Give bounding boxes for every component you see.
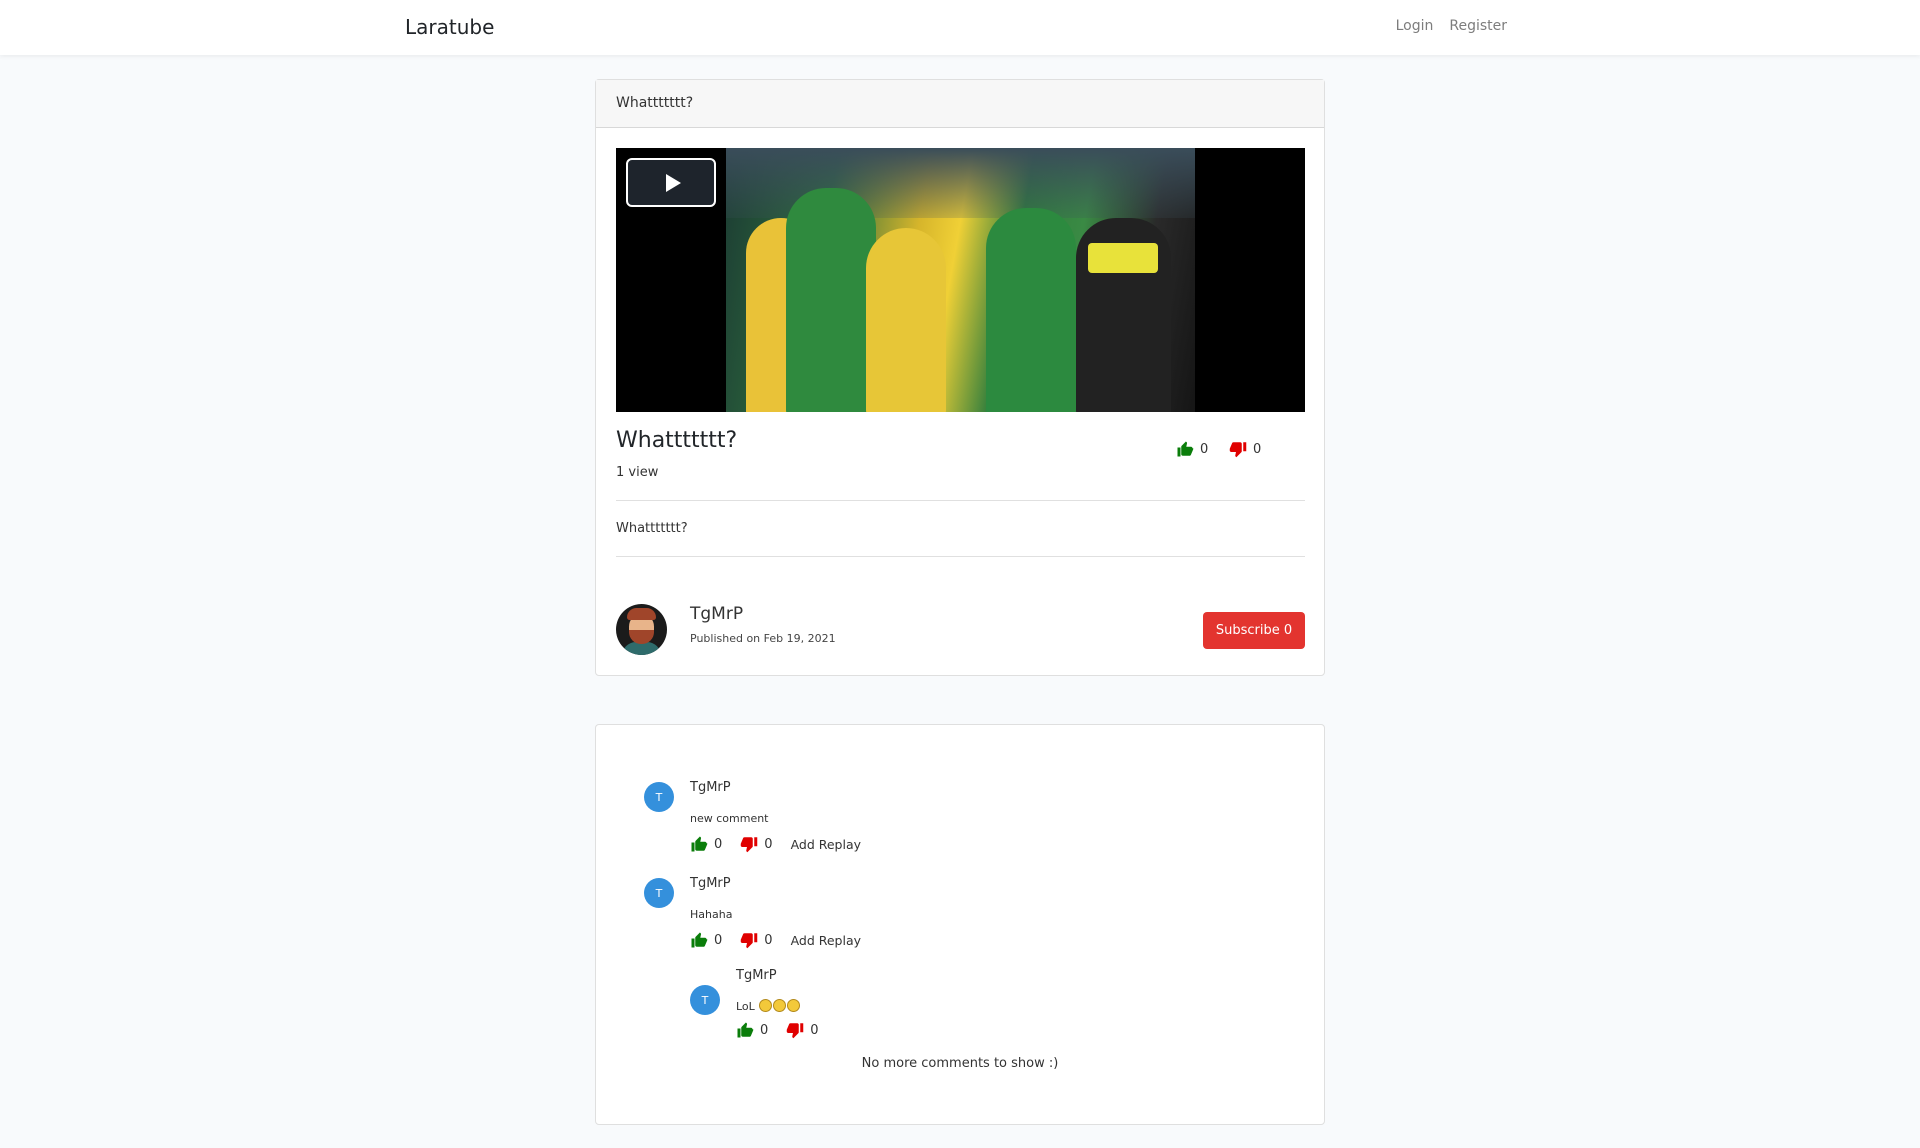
comment-dislike-count: 0 xyxy=(764,836,773,852)
comment-actions: 0 0 Add Replay xyxy=(690,835,861,853)
video-player[interactable] xyxy=(616,148,1305,412)
video-dislike-count: 0 xyxy=(1253,441,1262,457)
no-more-comments-text: No more comments to show :) xyxy=(861,1056,1059,1071)
login-link[interactable]: Login xyxy=(1396,18,1434,34)
reply-actions: 0 0 xyxy=(736,1021,837,1039)
comment-like-button[interactable]: 0 xyxy=(690,931,722,949)
thumbs-up-icon xyxy=(691,932,708,948)
thumbs-up-icon xyxy=(737,1022,754,1038)
card-header-title: Whattttttt? xyxy=(596,80,1324,128)
grimace-emoji-icon xyxy=(759,999,773,1012)
reply-author: TgMrP xyxy=(736,968,777,983)
channel-avatar[interactable] xyxy=(616,604,667,655)
thumbs-down-icon xyxy=(741,837,758,853)
top-navbar: Laratube Login Register xyxy=(0,0,1920,55)
reply-dislike-button[interactable]: 0 xyxy=(786,1021,819,1039)
reply-body: LoL xyxy=(736,999,801,1013)
thumbs-down-icon xyxy=(741,933,758,949)
comment-like-count: 0 xyxy=(714,932,723,948)
play-button[interactable] xyxy=(626,158,716,207)
brand-logo[interactable]: Laratube xyxy=(405,15,494,39)
comment-body: new comment xyxy=(690,812,769,825)
nav-links: Login Register xyxy=(1396,18,1507,34)
add-reply-button[interactable]: Add Replay xyxy=(791,933,861,948)
thumbs-down-icon xyxy=(787,1023,804,1039)
comment-actions: 0 0 Add Replay xyxy=(690,931,861,949)
video-like-button[interactable]: 0 xyxy=(1176,440,1208,458)
subscribe-button[interactable]: Subscribe 0 xyxy=(1203,612,1305,649)
divider xyxy=(616,500,1305,501)
video-description: Whattttttt? xyxy=(616,521,688,536)
grimace-emoji-icon xyxy=(787,999,801,1012)
reply-like-count: 0 xyxy=(760,1022,769,1038)
grimace-emoji-icon xyxy=(773,999,787,1012)
reply-like-button[interactable]: 0 xyxy=(736,1021,768,1039)
thumbs-up-icon xyxy=(1177,441,1194,457)
comment-like-button[interactable]: 0 xyxy=(690,835,722,853)
divider xyxy=(616,556,1305,557)
thumbs-up-icon xyxy=(691,836,708,852)
video-card: Whattttttt? Whattttttt? 1 view 0 0 Whatt… xyxy=(595,79,1325,676)
reply-avatar: T xyxy=(690,985,720,1015)
thumbs-down-icon xyxy=(1229,442,1247,458)
play-icon xyxy=(665,173,681,192)
reply-text: LoL xyxy=(736,1000,755,1013)
published-date: Published on Feb 19, 2021 xyxy=(690,632,836,645)
comment-body: Hahaha xyxy=(690,908,733,921)
video-dislike-button[interactable]: 0 xyxy=(1229,440,1261,458)
comment-like-count: 0 xyxy=(714,836,723,852)
video-title: Whattttttt? xyxy=(616,428,738,453)
add-reply-button[interactable]: Add Replay xyxy=(791,837,861,852)
comment-author: TgMrP xyxy=(690,780,731,795)
reply-dislike-count: 0 xyxy=(810,1022,819,1038)
register-link[interactable]: Register xyxy=(1449,18,1507,34)
comment-dislike-button[interactable]: 0 xyxy=(740,931,773,949)
channel-name[interactable]: TgMrP xyxy=(690,604,743,624)
comment-author: TgMrP xyxy=(690,876,731,891)
comment-avatar: T xyxy=(644,878,674,908)
video-like-count: 0 xyxy=(1200,441,1209,457)
view-count: 1 view xyxy=(616,465,659,480)
comment-dislike-button[interactable]: 0 xyxy=(740,835,773,853)
video-frame xyxy=(726,148,1195,412)
comment-dislike-count: 0 xyxy=(764,932,773,948)
comment-avatar: T xyxy=(644,782,674,812)
comments-card: T TgMrP new comment 0 0 Add Replay T TgM… xyxy=(595,724,1325,1125)
